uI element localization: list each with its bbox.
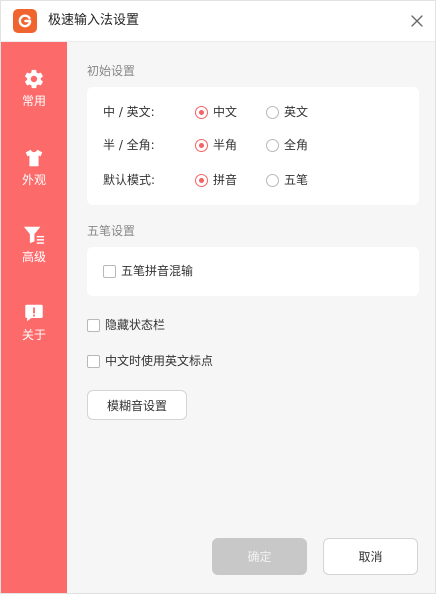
checkbox-unchecked-icon bbox=[103, 264, 116, 278]
radio-checked-icon bbox=[195, 173, 208, 187]
sidebar-item-label: 关于 bbox=[21, 328, 46, 342]
radio-label: 英文 bbox=[284, 105, 309, 119]
window-title: 极速输入法设置 bbox=[48, 13, 140, 28]
sidebar-item-common[interactable]: 常用 bbox=[1, 62, 67, 122]
radio-english[interactable]: 英文 bbox=[266, 105, 308, 119]
app-logo-icon bbox=[13, 9, 37, 33]
radio-checked-icon bbox=[195, 105, 208, 119]
title-bar: 极速输入法设置 bbox=[1, 1, 435, 42]
radio-label: 拼音 bbox=[213, 173, 238, 187]
radio-unchecked-icon bbox=[266, 173, 279, 187]
radio-wubi[interactable]: 五笔 bbox=[266, 173, 308, 187]
filter-icon bbox=[23, 226, 45, 244]
sidebar-item-label: 高级 bbox=[21, 250, 46, 264]
close-icon bbox=[411, 15, 423, 27]
ok-button[interactable]: 确定 bbox=[212, 538, 307, 575]
width-mode-label: 半 / 全角: bbox=[103, 138, 155, 152]
initial-settings-card: 中 / 英文: 中文 英文 半 / 全角: 半角 全角 默认模式: 拼音 五笔 bbox=[87, 87, 419, 205]
checkbox-label: 中文时使用英文标点 bbox=[105, 354, 214, 368]
section-title-wubi: 五笔设置 bbox=[87, 224, 136, 238]
radio-label: 全角 bbox=[284, 138, 309, 152]
english-punct-checkbox[interactable]: 中文时使用英文标点 bbox=[87, 354, 213, 368]
radio-full-width[interactable]: 全角 bbox=[266, 138, 308, 152]
default-mode-label: 默认模式: bbox=[103, 173, 156, 187]
section-title-initial: 初始设置 bbox=[87, 64, 136, 78]
info-bubble-icon bbox=[25, 304, 43, 322]
checkbox-unchecked-icon bbox=[87, 354, 100, 368]
checkbox-label: 隐藏状态栏 bbox=[105, 318, 166, 332]
wubi-pinyin-mix-checkbox[interactable]: 五笔拼音混输 bbox=[103, 264, 193, 278]
fuzzy-pinyin-settings-button[interactable]: 模糊音设置 bbox=[87, 390, 187, 420]
radio-unchecked-icon bbox=[266, 138, 279, 152]
sidebar-item-label: 常用 bbox=[21, 94, 46, 108]
radio-unchecked-icon bbox=[266, 105, 279, 119]
radio-label: 中文 bbox=[213, 105, 238, 119]
close-button[interactable] bbox=[407, 11, 427, 31]
tshirt-icon bbox=[25, 149, 43, 167]
wubi-settings-card: 五笔拼音混输 bbox=[87, 247, 419, 296]
settings-window: 极速输入法设置 常用 外观 高级 关于 初始设置 中 / 英文: 中文 英文 半… bbox=[0, 0, 436, 594]
hide-status-bar-checkbox[interactable]: 隐藏状态栏 bbox=[87, 318, 165, 332]
checkbox-unchecked-icon bbox=[87, 318, 100, 332]
lang-mode-label: 中 / 英文: bbox=[103, 105, 155, 119]
radio-label: 半角 bbox=[213, 138, 238, 152]
logo-g-glyph bbox=[18, 14, 32, 28]
sidebar-item-label: 外观 bbox=[21, 173, 46, 187]
radio-chinese[interactable]: 中文 bbox=[195, 105, 237, 119]
gear-icon bbox=[25, 69, 43, 89]
cancel-button[interactable]: 取消 bbox=[323, 538, 418, 575]
sidebar: 常用 外观 高级 关于 bbox=[1, 42, 67, 593]
radio-pinyin[interactable]: 拼音 bbox=[195, 173, 237, 187]
radio-half-width[interactable]: 半角 bbox=[195, 138, 237, 152]
checkbox-label: 五笔拼音混输 bbox=[121, 264, 194, 278]
radio-label: 五笔 bbox=[284, 173, 309, 187]
sidebar-item-advanced[interactable]: 高级 bbox=[1, 218, 67, 278]
sidebar-item-about[interactable]: 关于 bbox=[1, 296, 67, 356]
radio-checked-icon bbox=[195, 138, 208, 152]
sidebar-item-appearance[interactable]: 外观 bbox=[1, 141, 67, 201]
